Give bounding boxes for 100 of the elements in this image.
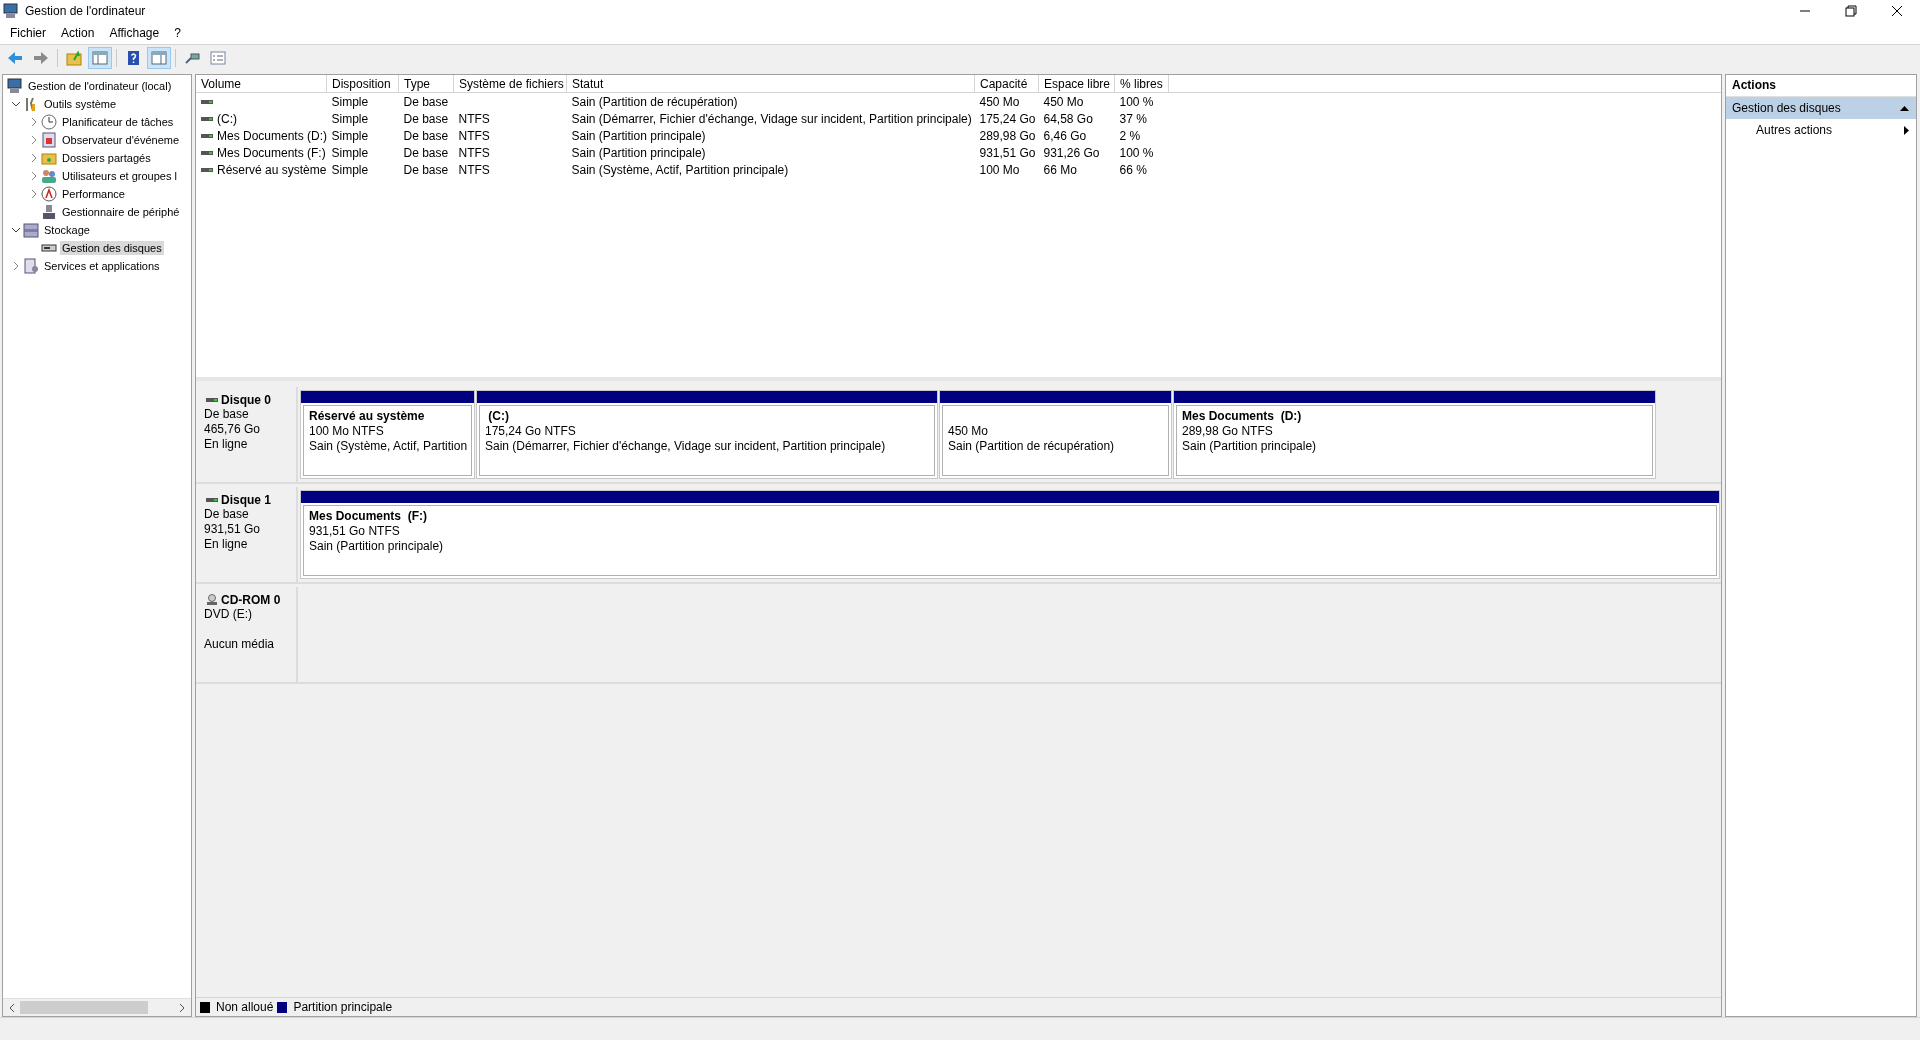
disk-detail: DVD (E:) (204, 607, 253, 622)
column-header[interactable]: Disposition (326, 75, 399, 93)
collapse-triangle-icon[interactable] (1900, 105, 1909, 111)
table-cell: 100 % (1119, 94, 1154, 109)
partition-name: Mes Documents (D:) (1182, 409, 1303, 424)
table-cell: Sain (Partition principale) (571, 145, 706, 160)
tree-item[interactable]: Performance (60, 187, 127, 201)
tree-item[interactable]: Dossiers partagés (60, 151, 153, 165)
column-header[interactable]: Statut (566, 75, 975, 93)
partition-block[interactable]: Mes Documents (F:) 931,51 Go NTFS Sain (Partition principale) (300, 490, 1720, 579)
actions-section-header[interactable]: Gestion des disques (1726, 97, 1916, 119)
tree-item[interactable]: Gestion de l'ordinateur (local) (26, 79, 174, 93)
expand-chevron-icon[interactable] (11, 261, 21, 271)
folder-arrow-icon (65, 49, 83, 67)
table-cell: 175,24 Go (979, 111, 1036, 126)
column-header[interactable]: % libres (1114, 75, 1169, 93)
table-cell: NTFS (458, 162, 490, 177)
legend-label: Partition principale (293, 1000, 393, 1014)
tree-item[interactable]: Observateur d'événeme (60, 133, 182, 147)
table-cell: Mes Documents (D:) (217, 128, 328, 143)
table-cell: 931,26 Go (1043, 145, 1100, 160)
expand-chevron-icon[interactable] (29, 117, 39, 127)
partition-block[interactable]: Mes Documents (D:) 289,98 Go NTFS Sain (Partition principale) (1173, 390, 1656, 479)
media-status: Aucun média (204, 637, 276, 652)
users-icon (41, 168, 57, 184)
table-cell: 64,58 Go (1043, 111, 1093, 126)
services-icon (23, 258, 39, 274)
partition-block[interactable]: (C:) 175,24 Go NTFS Sain (Démarrer, Fichier d'échange, Vidage sur incident, Partition principale) (476, 390, 938, 479)
partition-size: 931,51 Go NTFS (309, 524, 401, 539)
partition-name: Mes Documents (F:) (309, 509, 428, 524)
table-cell: De base (403, 94, 449, 109)
device-icon (41, 204, 57, 220)
action-item[interactable]: Autres actions (1726, 119, 1916, 141)
horizontal-scrollbar[interactable] (3, 998, 191, 1016)
collapse-chevron-icon[interactable] (11, 99, 21, 109)
tree-item[interactable]: Services et applications (42, 259, 162, 273)
disk-name: CD-ROM 0 (221, 593, 281, 607)
clock-icon (41, 114, 57, 130)
expand-chevron-icon[interactable] (29, 189, 39, 199)
table-cell: NTFS (458, 128, 490, 143)
tree-item[interactable]: Gestionnaire de périphé (60, 205, 182, 219)
expand-chevron-icon[interactable] (29, 135, 39, 145)
disk-name: Disque 0 (221, 393, 271, 407)
forward-arrow-icon (32, 49, 50, 67)
log-icon (41, 132, 57, 148)
table-cell: Sain (Partition principale) (571, 128, 706, 143)
disk-detail: En ligne (204, 437, 249, 452)
table-cell: 450 Mo (979, 94, 1020, 109)
table-cell: 37 % (1119, 111, 1147, 126)
tree-item[interactable]: Outils système (42, 97, 119, 111)
partition-status: Sain (Partition principale) (1182, 439, 1318, 454)
partition-block[interactable]: 450 Mo Sain (Partition de récupération) (939, 390, 1172, 479)
table-cell: Simple (331, 111, 369, 126)
disk-name: Disque 1 (221, 493, 271, 507)
menu-item[interactable]: Action (55, 26, 104, 40)
scroll-left-icon[interactable] (8, 1002, 16, 1013)
column-header[interactable]: Système de fichiers (453, 75, 567, 93)
table-cell: Mes Documents (F:) (217, 145, 326, 160)
partition-size: 289,98 Go NTFS (1182, 424, 1274, 439)
tree-item[interactable]: Gestion des disques (60, 241, 164, 255)
scroll-right-icon[interactable] (178, 1002, 186, 1013)
partition-status: Sain (Partition principale) (309, 539, 445, 554)
partition-size: 175,24 Go NTFS (485, 424, 577, 439)
disk-detail: 931,51 Go (204, 522, 262, 537)
expand-chevron-icon[interactable] (29, 171, 39, 181)
tree-item[interactable]: Planificateur de tâches (60, 115, 176, 129)
column-header[interactable]: Volume (196, 75, 327, 93)
column-header[interactable]: Espace libre (1038, 75, 1115, 93)
menu-item[interactable]: Affichage (103, 26, 169, 40)
partition-name: Réservé au système (309, 409, 426, 424)
menu-item[interactable]: ? (168, 26, 190, 40)
table-cell: Simple (331, 162, 369, 177)
table-cell: Simple (331, 94, 369, 109)
partition-size: 450 Mo (948, 424, 990, 439)
table-cell: De base (403, 162, 449, 177)
partition-block[interactable]: Réservé au système 100 Mo NTFS Sain (Système, Actif, Partition (300, 390, 475, 479)
collapse-chevron-icon[interactable] (11, 225, 21, 235)
table-cell: Sain (Démarrer, Fichier d'échange, Vidage sur incident, Partition principale) (571, 111, 972, 126)
partition-status: Sain (Démarrer, Fichier d'échange, Vidage sur incident, Partition principale) (485, 439, 887, 454)
cd-drive-icon (206, 594, 218, 606)
column-header[interactable]: Capacité (974, 75, 1039, 93)
disk-detail: De base (204, 507, 250, 522)
table-cell: 100 Mo (979, 162, 1020, 177)
disk-detail: En ligne (204, 537, 249, 552)
table-cell: Réservé au système (217, 162, 327, 177)
table-cell: 2 % (1119, 128, 1141, 143)
panel-icon (150, 49, 168, 67)
tree-item[interactable]: Utilisateurs et groupes l (60, 169, 179, 183)
column-header[interactable]: Type (398, 75, 454, 93)
expand-chevron-icon[interactable] (29, 153, 39, 163)
table-cell: 66 % (1119, 162, 1147, 177)
table-cell: 100 % (1119, 145, 1154, 160)
tree-item[interactable]: Stockage (42, 223, 92, 237)
table-cell: NTFS (458, 111, 490, 126)
table-cell: Simple (331, 128, 369, 143)
menu-item[interactable]: Fichier (4, 26, 55, 40)
table-cell: (C:) (217, 111, 237, 126)
partition-size: 100 Mo NTFS (309, 424, 385, 439)
scrollbar-thumb[interactable] (20, 1001, 148, 1014)
partition-name: (C:) (487, 409, 510, 424)
